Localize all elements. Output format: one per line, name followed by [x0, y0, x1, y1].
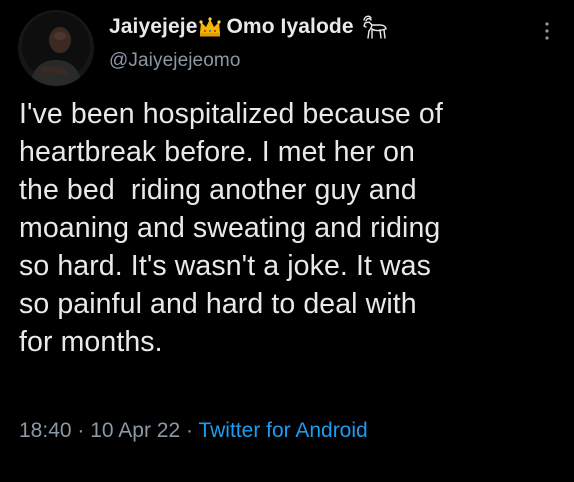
goat-icon — [360, 14, 390, 40]
avatar[interactable] — [18, 10, 94, 86]
crown-emoji-icon — [198, 16, 222, 38]
user-block: Jaiyejeje Omo Iyalode @Jaiyejejeomo — [109, 12, 390, 72]
display-name-part1[interactable]: Jaiyejeje — [109, 15, 197, 39]
tweet-time[interactable]: 18:40 — [19, 419, 72, 442]
more-options-button[interactable] — [542, 20, 552, 42]
meta-separator: · — [186, 419, 193, 442]
tweet-text: I've been hospitalized because of heartb… — [19, 98, 443, 358]
more-dots-icon — [545, 22, 549, 40]
tweet-meta: 18:40 · 10 Apr 22 · Twitter for Android — [19, 419, 368, 443]
user-handle[interactable]: @Jaiyejejeomo — [109, 50, 390, 72]
tweet-date[interactable]: 10 Apr 22 — [90, 419, 180, 442]
tweet-source-link[interactable]: Twitter for Android — [198, 419, 367, 442]
display-name-part2[interactable]: Omo Iyalode — [226, 15, 353, 39]
meta-separator: · — [77, 419, 85, 442]
tweet-card: Jaiyejeje Omo Iyalode @Jaiyejejeomo I've… — [0, 0, 574, 482]
display-name-row[interactable]: Jaiyejeje Omo Iyalode — [109, 12, 390, 42]
